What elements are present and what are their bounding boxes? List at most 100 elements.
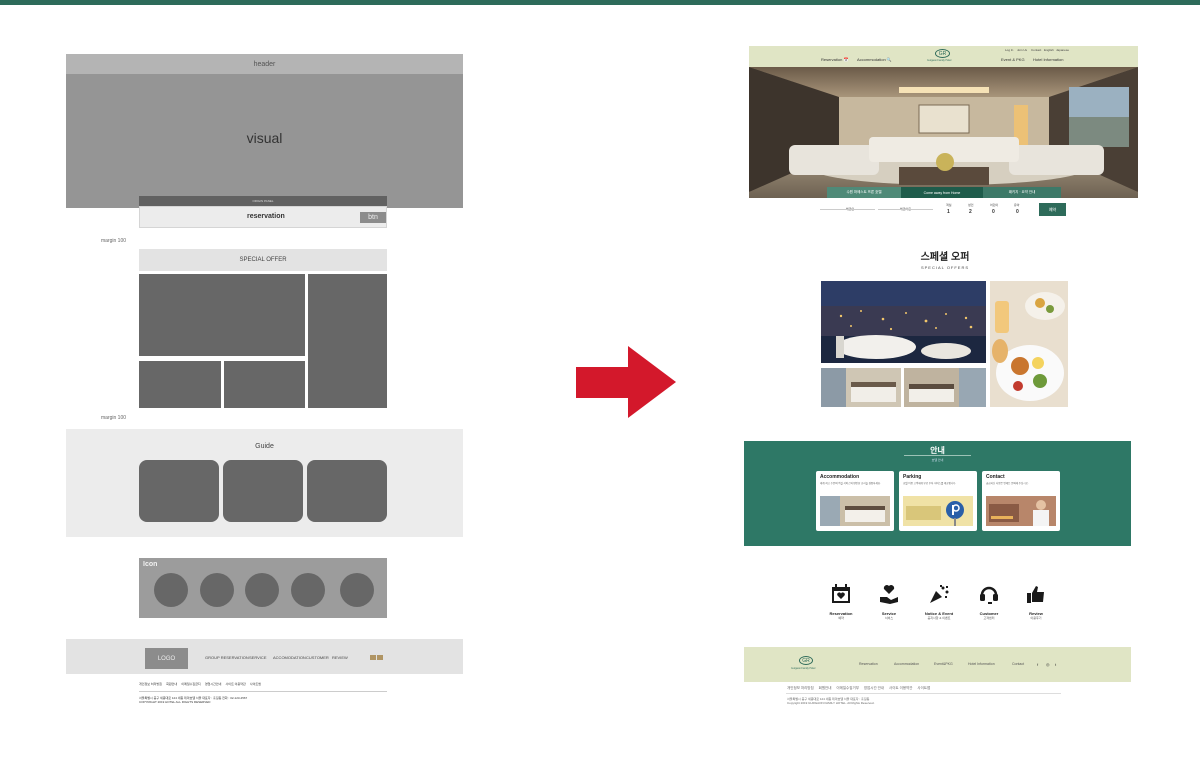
nav-accommodation[interactable]: Accommodation 🔍 — [857, 57, 892, 62]
tab-label: 패키지 · 요약 안내 — [1008, 190, 1036, 194]
guide-section: 안내 호텔 안내 Accommodation 세계 최고 수준의 객실 서비스와… — [744, 441, 1131, 546]
checkout-underline — [878, 209, 933, 210]
wireframe-footer-link: 회원안내 — [166, 682, 178, 686]
wireframe-icon-circle — [291, 573, 325, 607]
checkin-underline — [820, 209, 875, 210]
copy-line: Copyright 2019 GURGAON FAMILY HOTEL. All… — [787, 701, 875, 705]
room-photo — [821, 368, 901, 407]
wireframe-icon-section: Icon — [139, 558, 387, 618]
wireframe-footer-divider — [139, 691, 387, 692]
wireframe-visual-label: visual — [246, 130, 283, 146]
twitter-icon[interactable]: t — [1055, 662, 1056, 667]
tab-label: 수원 마에스트 프론 호텔 — [846, 190, 882, 194]
wireframe-offer-tall — [308, 274, 387, 408]
quicklink-reservation[interactable]: Reservation 예약 — [819, 583, 863, 620]
footer-divider — [786, 693, 1061, 694]
counter-rooms[interactable]: 1 — [947, 209, 950, 215]
card-text: 궁금하신 사항은 언제든 문의해 주십시오. — [986, 482, 1029, 485]
margin-note: margin 100 — [101, 238, 127, 244]
offer-night-view[interactable] — [821, 281, 986, 363]
guide-divider — [904, 455, 971, 456]
wireframe-guide-card — [307, 460, 387, 522]
wireframe-special-offer-label: SPECIAL OFFER — [239, 257, 287, 263]
facebook-icon[interactable]: f — [1037, 662, 1038, 667]
quicklink-review[interactable]: Review 이용후기 — [1014, 583, 1058, 620]
footer-link[interactable]: 사이트맵 — [917, 686, 930, 690]
thumbs-up-icon — [1014, 583, 1058, 611]
nav-reservation[interactable]: Reservation 📅 — [821, 57, 848, 62]
footer-link[interactable]: 영업시간 안내 — [864, 686, 884, 690]
mockup-header: GR Gurgaon Family Hotel Reservation 📅 Ac… — [749, 46, 1138, 67]
special-offers-title: 스페셜 오퍼 — [920, 252, 970, 263]
card-title: Accommodation — [820, 474, 860, 480]
guide-card-contact[interactable]: Contact 궁금하신 사항은 언제든 문의해 주십시오. — [982, 471, 1060, 531]
instagram-icon[interactable]: ◎ — [1046, 662, 1050, 667]
nav-event-pkg[interactable]: Event & PKG — [1001, 57, 1025, 62]
night-city-photo — [821, 281, 986, 363]
wireframe-header: header — [66, 54, 463, 74]
hero-image — [749, 67, 1138, 198]
quicklink-notice-event[interactable]: Notice & Event 공지사항 & 이벤트 — [917, 583, 961, 620]
room-photo — [820, 496, 890, 526]
hotel-logo[interactable]: GR — [935, 49, 950, 58]
wireframe-offer-small — [224, 361, 305, 408]
hero-tabs: 수원 마에스트 프론 호텔 Come away from Home 패키지 · … — [749, 187, 1138, 198]
hand-heart-icon — [867, 583, 911, 611]
logo-mark: GR — [938, 50, 947, 57]
tab-spacer — [749, 187, 827, 198]
contact-photo — [986, 496, 1056, 526]
guide-card-parking[interactable]: Parking 호텔 이용 고객에게 무료 주차 서비스를 제공합니다. — [899, 471, 977, 531]
footer-logo[interactable]: GR — [799, 656, 813, 665]
footer-link[interactable]: 이메일수집거부 — [836, 686, 859, 690]
counter-adults[interactable]: 2 — [969, 209, 972, 215]
offer-room-1[interactable] — [821, 368, 901, 407]
breakfast-photo — [990, 281, 1068, 407]
footer-link[interactable]: 개인정보 처리방침 — [787, 686, 814, 690]
logo-text: Gurgaon Family Hotel — [927, 59, 952, 62]
wireframe-footer-nav-item: ACCOMODATION — [273, 655, 306, 660]
quicklink-customer[interactable]: Customer 고객센터 — [967, 583, 1011, 620]
wireframe-icon-circle — [200, 573, 234, 607]
tab-item[interactable]: 패키지 · 요약 안내 — [983, 187, 1061, 198]
counter-infants[interactable]: 0 — [1016, 209, 1019, 215]
footer-link[interactable]: 사이트 이용약관 — [889, 686, 913, 690]
util-link[interactable]: Contact — [1031, 48, 1041, 52]
counter-children[interactable]: 0 — [992, 209, 995, 215]
util-link[interactable]: Japanese — [1056, 48, 1069, 52]
util-link[interactable]: Log In — [1005, 48, 1013, 52]
wireframe-guide-section: Guide — [66, 429, 463, 537]
guide-card-accommodation[interactable]: Accommodation 세계 최고 수준의 객실 서비스와 편안한 휴식을 … — [816, 471, 894, 531]
tab-item-active[interactable]: Come away from Home — [901, 187, 983, 198]
quicklink-sublabel: 예약 — [838, 616, 844, 620]
footer-nav-item[interactable]: Event&PKG — [934, 662, 953, 666]
footer-nav-item[interactable]: Reservation — [859, 662, 878, 666]
calendar-heart-icon — [819, 583, 863, 611]
wireframe-footer-link: 이메일수집금지 — [181, 682, 201, 686]
offer-breakfast[interactable] — [990, 281, 1068, 407]
wireframe-guide-card — [139, 460, 219, 522]
reservation-button[interactable]: 예약 — [1039, 203, 1066, 216]
util-link[interactable]: English — [1044, 48, 1054, 52]
wireframe-icon-circle — [154, 573, 188, 607]
wireframe-special-offer-header: SPECIAL OFFER — [139, 249, 387, 271]
card-title: Parking — [903, 474, 922, 480]
footer-nav-item[interactable]: Contact — [1012, 662, 1024, 666]
nav-hotel-information[interactable]: Hotel Information — [1033, 57, 1063, 62]
quicklink-service[interactable]: Service 서비스 — [867, 583, 911, 620]
headset-icon — [967, 583, 1011, 611]
footer-nav-item[interactable]: Accommodation — [894, 662, 919, 666]
footer-link[interactable]: 회원안내 — [819, 686, 832, 690]
wireframe-button-label: btn — [368, 214, 378, 221]
party-popper-icon — [917, 583, 961, 611]
tab-item[interactable]: 수원 마에스트 프론 호텔 — [827, 187, 901, 198]
guide-subtitle: 호텔 안내 — [931, 458, 944, 462]
offer-room-2[interactable] — [904, 368, 986, 407]
wireframe-visual: visual — [66, 74, 463, 208]
footer-nav-item[interactable]: Hotel Information — [968, 662, 995, 666]
card-text: 세계 최고 수준의 객실 서비스와 편안한 휴식을 경험하세요. — [820, 482, 881, 485]
footer-logo-text: Gurgaon Family Hotel — [791, 667, 816, 670]
wireframe-footer-nav-item: SERVICE — [249, 655, 267, 660]
wireframe-footer-nav-item: CUSTOMER — [306, 655, 329, 660]
wireframe-social-square — [377, 655, 383, 660]
util-link[interactable]: Join Us — [1017, 48, 1027, 52]
